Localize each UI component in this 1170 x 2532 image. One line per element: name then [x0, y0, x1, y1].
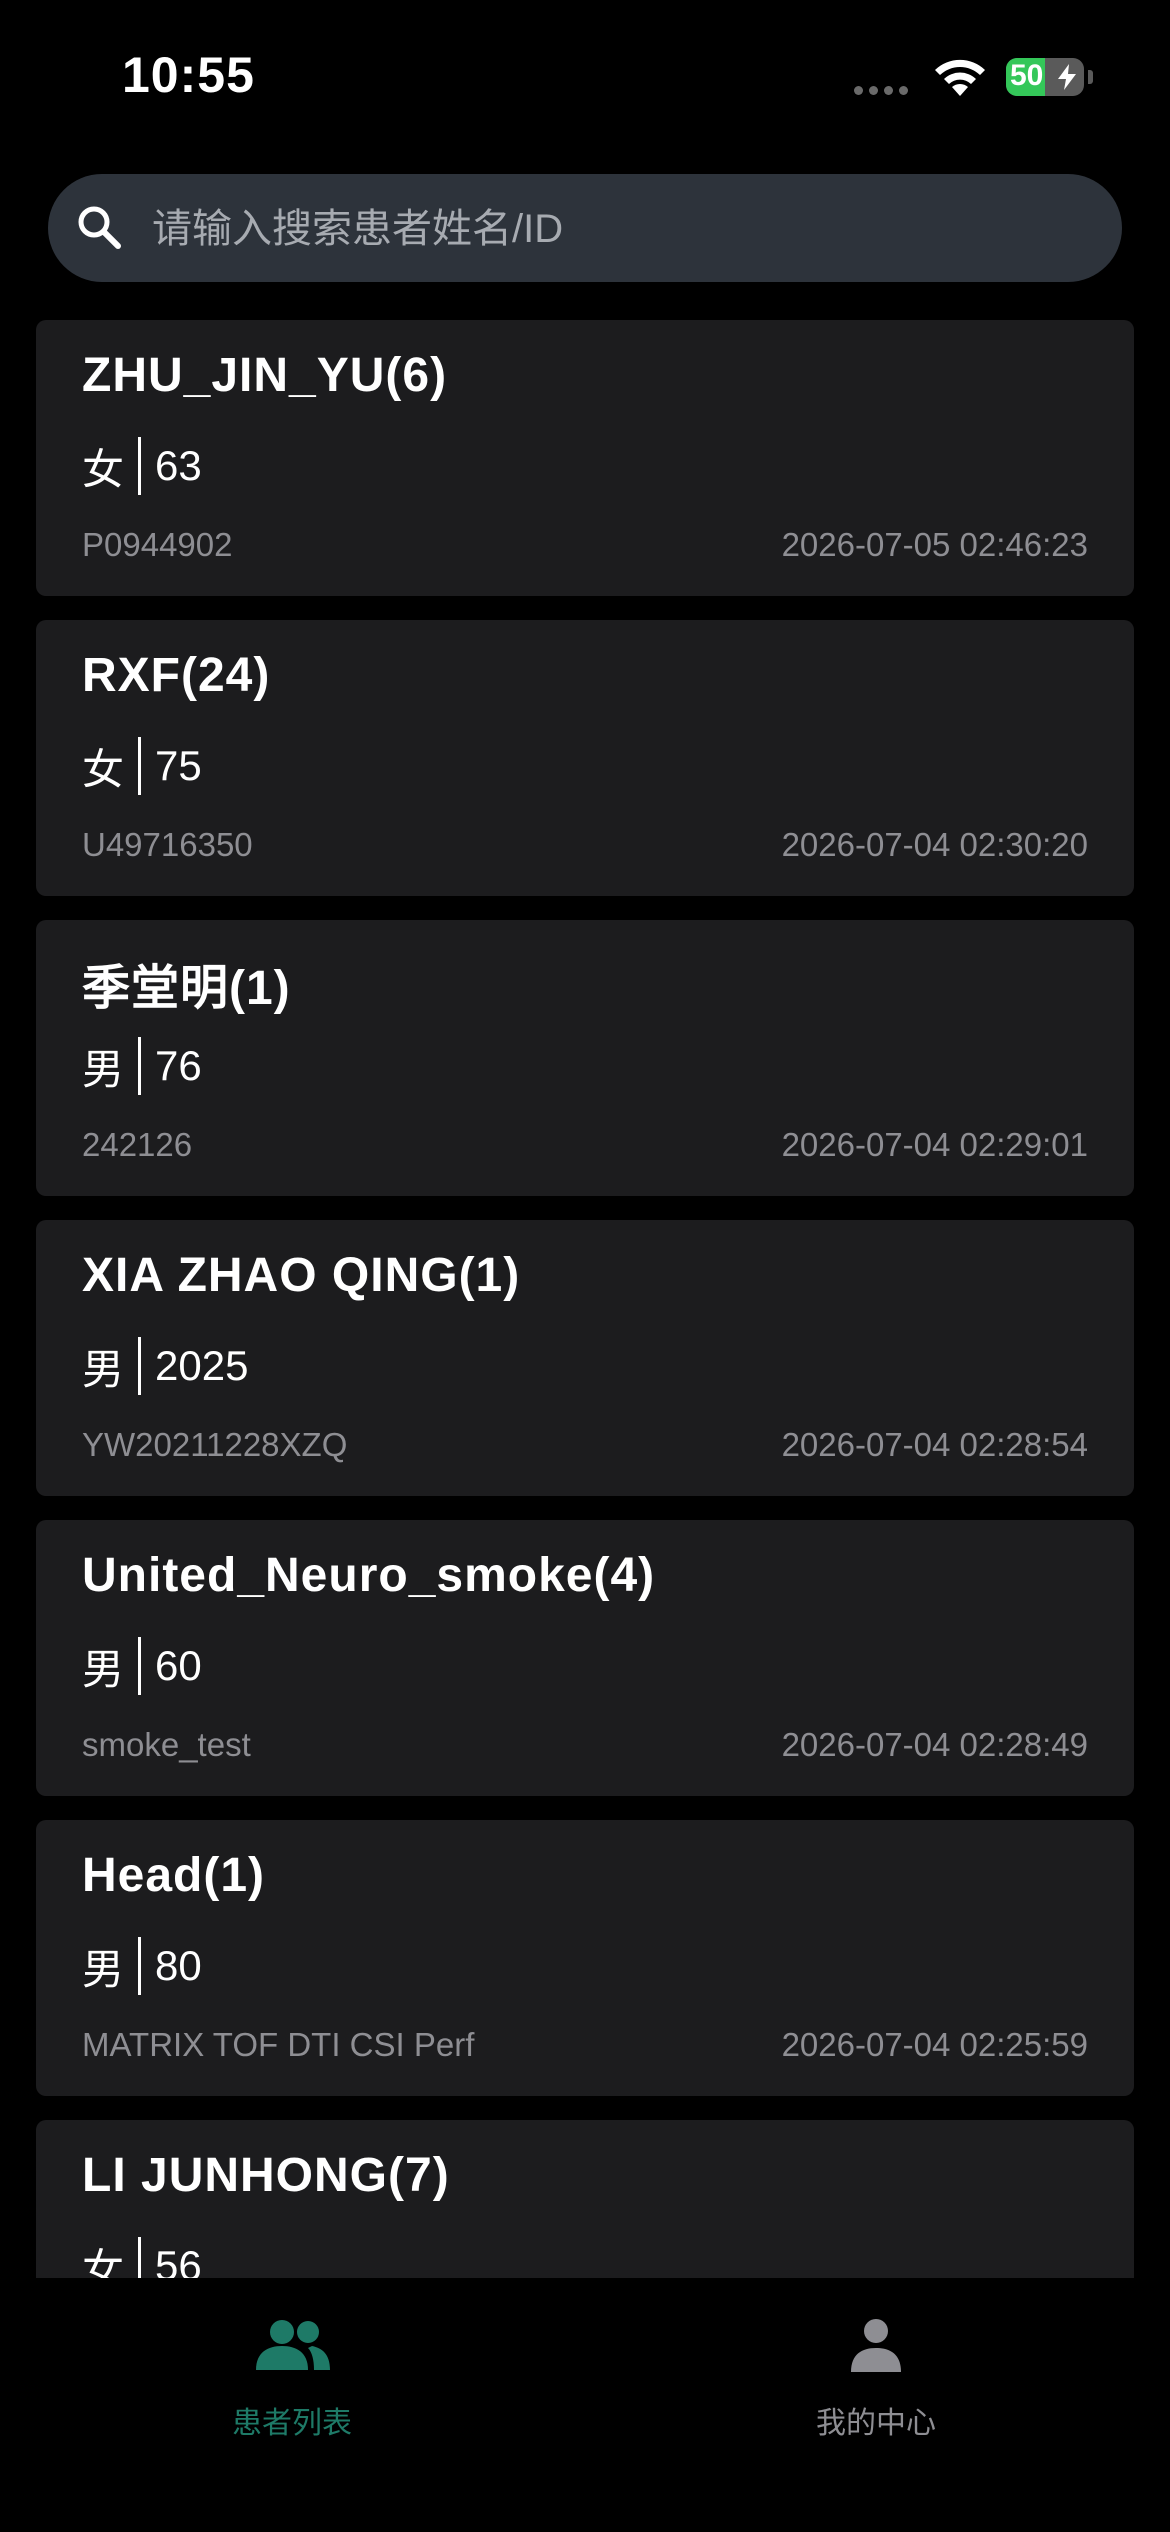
patient-list[interactable]: ZHU_JIN_YU(6) 女 63 P0944902 2026-07-05 02:46… — [36, 320, 1134, 2278]
tab-bar: 患者列表 我的中心 — [0, 2278, 1170, 2532]
battery-icon: 50 — [1006, 58, 1084, 96]
meta-divider — [138, 1337, 142, 1395]
patient-meta: 男 2025 — [82, 1336, 248, 1396]
patient-name: 季堂明(1) — [82, 962, 291, 1015]
meta-divider — [138, 1937, 142, 1995]
search-icon — [78, 206, 121, 249]
patient-gender: 男 — [82, 1645, 125, 1693]
patient-age: 2025 — [155, 1342, 249, 1389]
patient-gender: 女 — [82, 2245, 125, 2279]
meta-divider — [138, 737, 142, 795]
patient-timestamp: 2026-07-04 02:25:59 — [781, 2026, 1088, 2063]
patient-id: MATRIX TOF DTI CSI Perf — [82, 2026, 475, 2063]
tab-my-center[interactable]: 我的中心 — [666, 2298, 1086, 2458]
patient-name: Head(1) — [82, 1849, 266, 1902]
patient-name: ZHU_JIN_YU(6) — [82, 349, 448, 402]
patient-meta: 男 76 — [82, 1036, 202, 1096]
patient-id: YW20211228XZQ — [82, 1426, 348, 1463]
patient-age: 63 — [155, 442, 202, 489]
cellular-signal-icon — [854, 86, 908, 95]
meta-divider — [138, 437, 142, 495]
patient-gender: 男 — [82, 1945, 125, 1993]
patient-meta: 男 80 — [82, 1936, 202, 1996]
charging-bolt-icon — [1058, 64, 1076, 90]
patient-card[interactable]: United_Neuro_smoke(4) 男 60 smoke_test 2026-0… — [36, 1520, 1134, 1796]
tab-patient-list[interactable]: 患者列表 — [82, 2298, 502, 2458]
patient-gender: 女 — [82, 445, 125, 493]
patient-card[interactable]: RXF(24) 女 75 U49716350 2026-07-04 02:30:20 — [36, 620, 1134, 896]
patient-card[interactable]: ZHU_JIN_YU(6) 女 63 P0944902 2026-07-05 02:46… — [36, 320, 1134, 596]
patient-meta: 女 63 — [82, 436, 202, 496]
patient-id: P0944902 — [82, 526, 233, 563]
wifi-icon — [935, 59, 985, 96]
patient-name: LI JUNHONG(7) — [82, 2149, 450, 2202]
person-icon — [851, 2319, 901, 2372]
patient-gender: 女 — [82, 745, 125, 793]
battery-level: 50 — [1010, 59, 1044, 92]
patient-meta: 女 75 — [82, 736, 202, 796]
patient-age: 56 — [155, 2242, 202, 2278]
status-bar: 10:55 50 — [0, 0, 1170, 160]
patient-timestamp: 2026-07-04 02:29:01 — [781, 1126, 1088, 1163]
patient-age: 60 — [155, 1642, 202, 1689]
patient-card[interactable]: XIA ZHAO QING(1) 男 2025 YW20211228XZQ 2026-0… — [36, 1220, 1134, 1496]
search-bar[interactable] — [48, 174, 1122, 282]
users-icon — [256, 2320, 330, 2370]
patient-age: 75 — [155, 742, 202, 789]
patient-age: 80 — [155, 1942, 202, 1989]
patient-gender: 男 — [82, 1345, 125, 1393]
patient-name: XIA ZHAO QING(1) — [82, 1249, 521, 1302]
patient-card[interactable]: LI JUNHONG(7) 女 56 — [36, 2120, 1134, 2278]
patient-id: 242126 — [82, 1126, 193, 1163]
meta-divider — [138, 1637, 142, 1695]
battery-cap — [1088, 70, 1093, 84]
meta-divider — [138, 2237, 142, 2278]
patient-timestamp: 2026-07-04 02:28:54 — [781, 1426, 1088, 1463]
tab-label-patient-list: 患者列表 — [232, 2407, 352, 2440]
patient-meta: 男 60 — [82, 1636, 202, 1696]
patient-name: RXF(24) — [82, 649, 271, 702]
tab-label-my-center: 我的中心 — [816, 2407, 936, 2440]
status-time: 10:55 — [122, 47, 255, 103]
patient-age: 76 — [155, 1042, 202, 1089]
patient-id: smoke_test — [82, 1726, 251, 1763]
meta-divider — [138, 1037, 142, 1095]
search-input[interactable] — [150, 196, 1094, 262]
patient-timestamp: 2026-07-04 02:28:49 — [781, 1726, 1088, 1763]
patient-card[interactable]: Head(1) 男 80 MATRIX TOF DTI CSI Perf 2026-07… — [36, 1820, 1134, 2096]
patient-name: United_Neuro_smoke(4) — [82, 1549, 656, 1602]
patient-timestamp: 2026-07-05 02:46:23 — [781, 526, 1088, 563]
patient-id: U49716350 — [82, 826, 253, 863]
patient-timestamp: 2026-07-04 02:30:20 — [781, 826, 1088, 863]
patient-meta: 女 56 — [82, 2236, 202, 2278]
patient-gender: 男 — [82, 1045, 125, 1093]
patient-card[interactable]: 季堂明(1) 男 76 242126 2026-07-04 02:29:01 — [36, 920, 1134, 1196]
